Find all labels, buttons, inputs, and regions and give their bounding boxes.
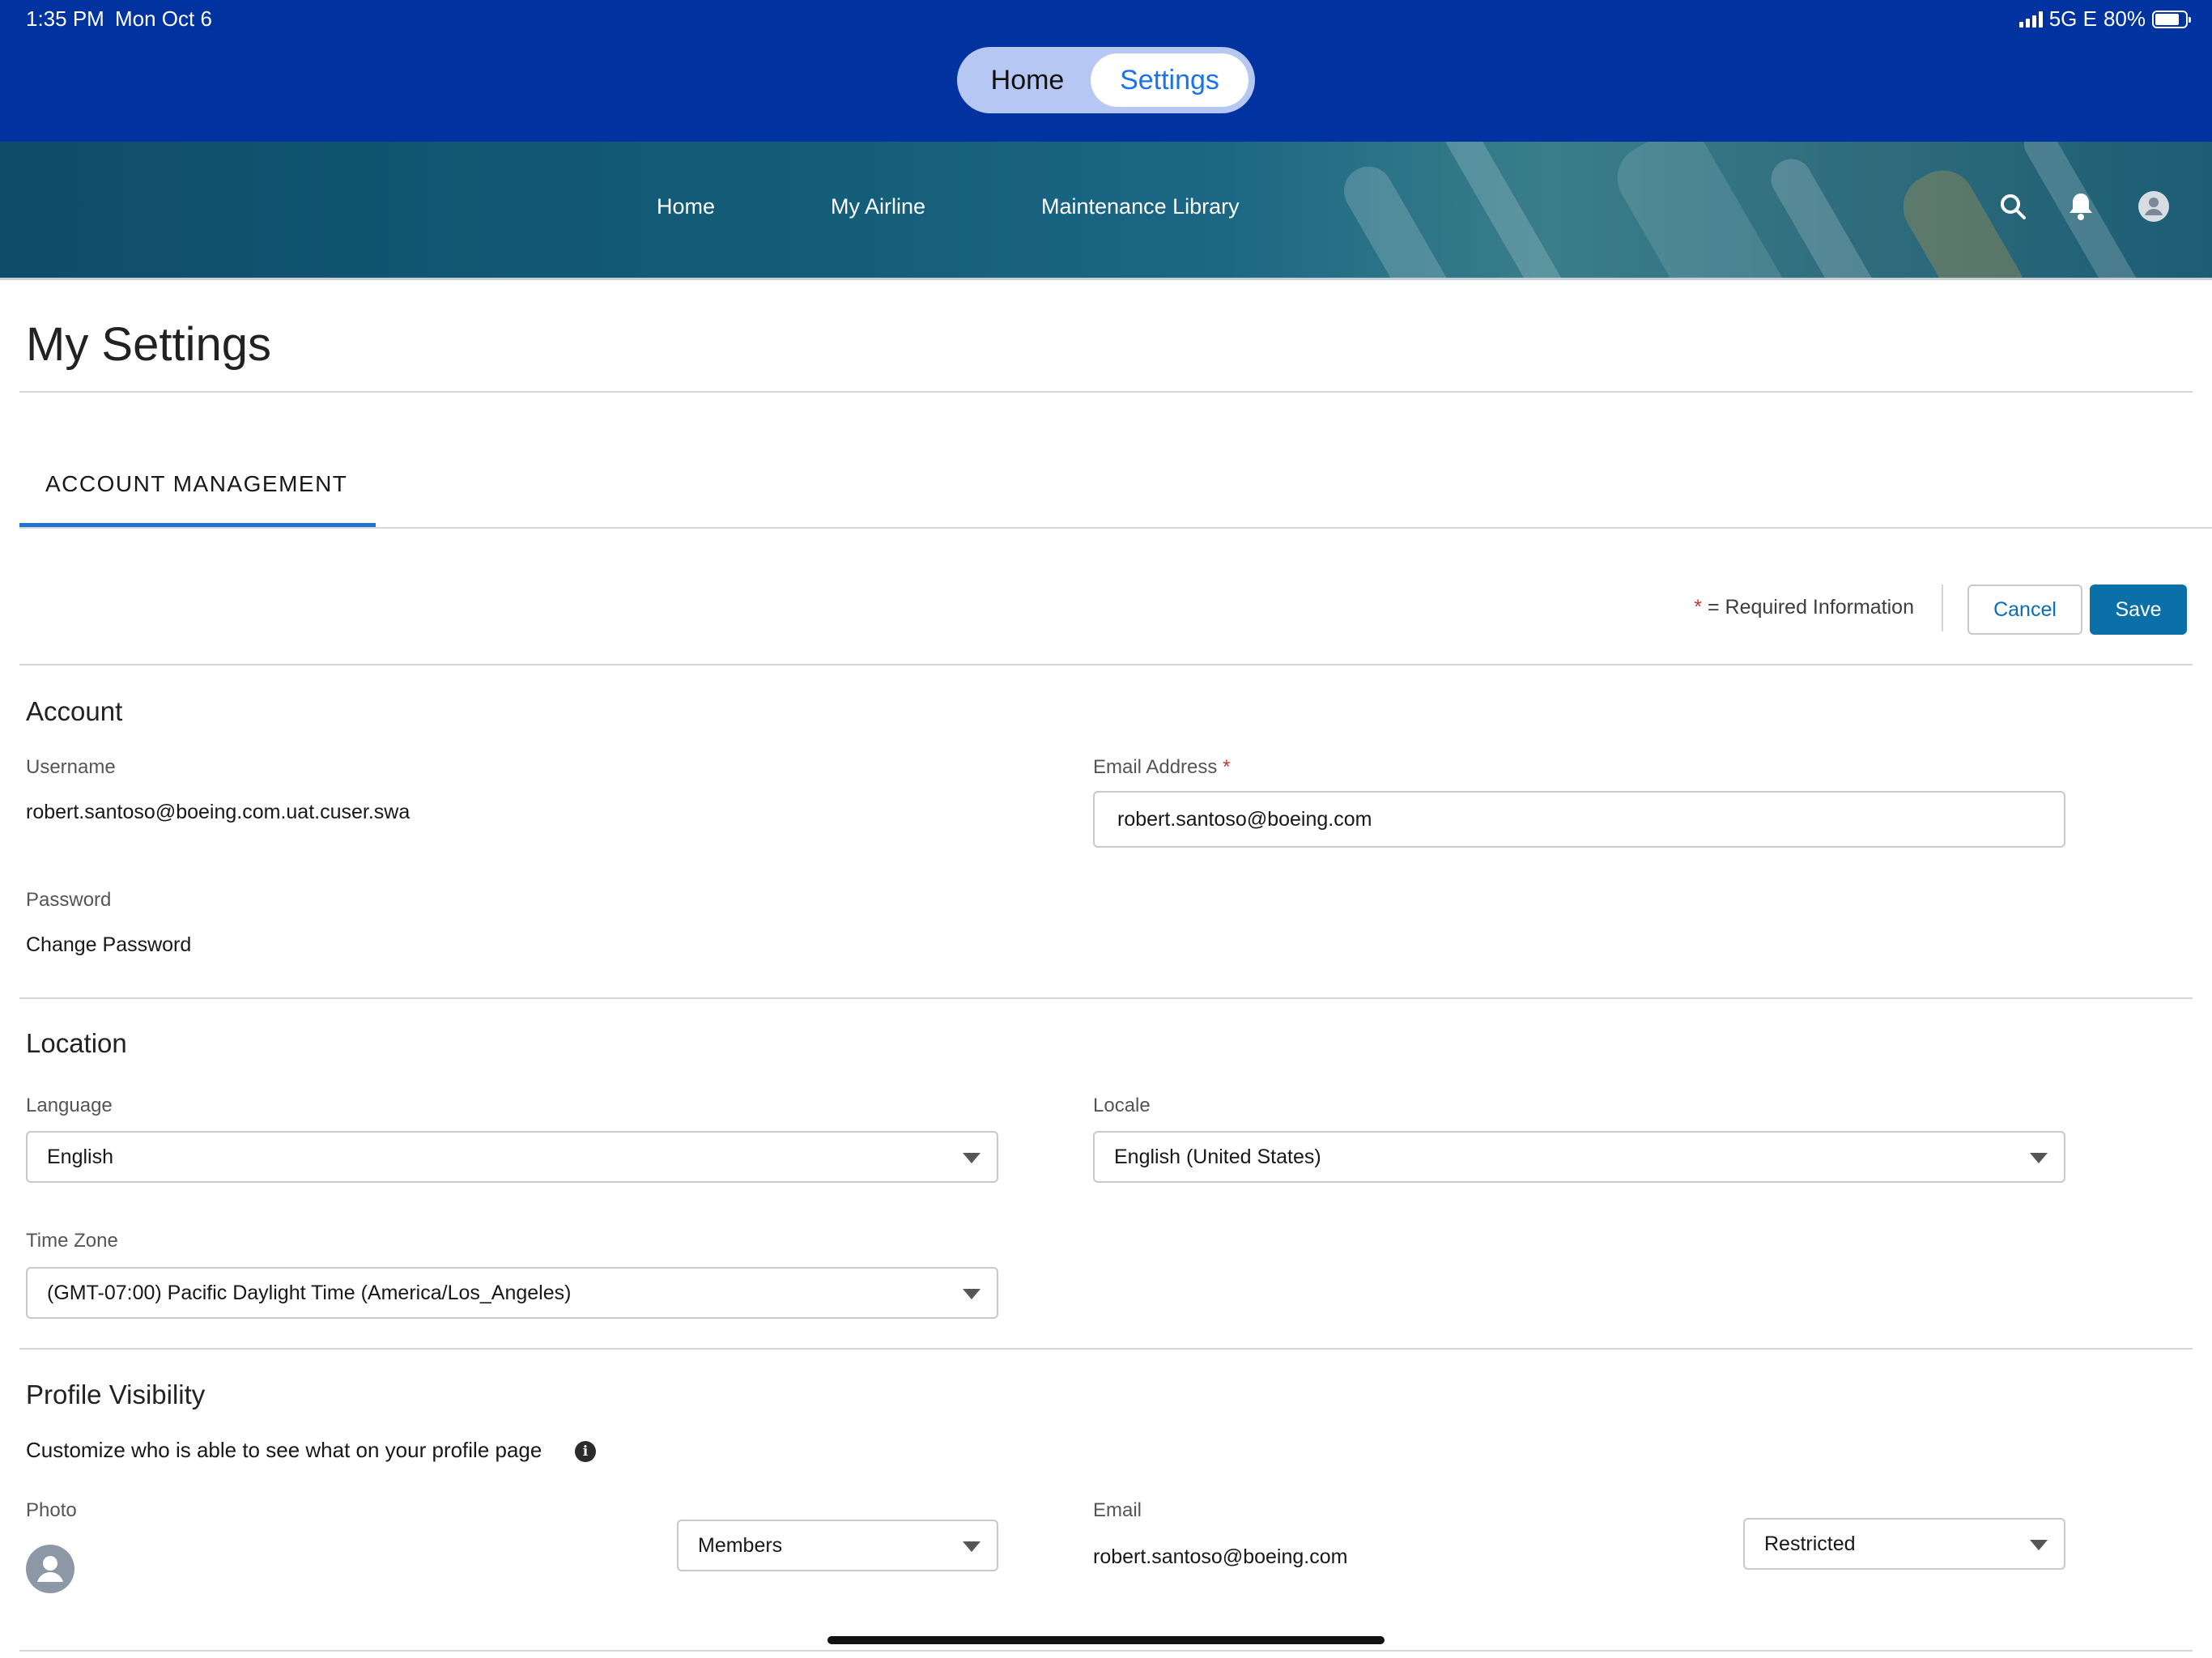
user-avatar-icon[interactable] (2136, 189, 2172, 224)
signal-icon (2018, 11, 2043, 28)
locale-label: Locale (1093, 1095, 1151, 1116)
location-section-title: Location (26, 1028, 127, 1058)
email-visibility-label: Email (1093, 1499, 1142, 1521)
tab-bar-divider (19, 527, 2212, 529)
status-date: Mon Oct 6 (115, 6, 212, 31)
cancel-button[interactable]: Cancel (1967, 585, 2082, 635)
required-star: * (1694, 596, 1703, 619)
battery-icon (2152, 10, 2191, 28)
chevron-down-icon (2030, 1540, 2048, 1550)
profile-section-divider (19, 1650, 2193, 1652)
title-divider (19, 391, 2193, 393)
language-label: Language (26, 1095, 113, 1116)
photo-visibility-value: Members (698, 1533, 783, 1557)
location-section-divider (19, 1348, 2193, 1350)
bell-icon[interactable] (2063, 189, 2099, 224)
toggle-home-button[interactable]: Home (973, 53, 1082, 107)
nav-maintenance-library[interactable]: Maintenance Library (1041, 194, 1240, 219)
profile-visibility-section-title: Profile Visibility (26, 1380, 206, 1409)
status-indicators: 5G E 80% (2018, 6, 2191, 32)
chevron-down-icon (2030, 1153, 2048, 1163)
tab-account-management[interactable]: ACCOUNT MANAGEMENT (45, 471, 347, 497)
email-address-input[interactable]: robert.santoso@boeing.com (1093, 791, 2065, 848)
change-password-link[interactable]: Change Password (26, 933, 191, 957)
photo-label: Photo (26, 1499, 77, 1521)
photo-avatar-icon (26, 1545, 74, 1593)
email-visibility-value: Restricted (1764, 1532, 1856, 1555)
required-info-text: = Required Information (1707, 596, 1914, 619)
account-section-title: Account (26, 696, 123, 726)
info-icon[interactable]: i (575, 1441, 596, 1462)
battery-percent: 80% (2103, 6, 2146, 31)
time-zone-select-value: (GMT-07:00) Pacific Daylight Time (Ameri… (47, 1281, 572, 1304)
username-label: Username (26, 756, 116, 778)
time-zone-select[interactable]: (GMT-07:00) Pacific Daylight Time (Ameri… (26, 1267, 998, 1319)
chevron-down-icon (963, 1289, 981, 1299)
email-address-label: Email Address * (1093, 756, 1230, 779)
status-time: 1:35 PM (26, 6, 104, 31)
nav-home[interactable]: Home (657, 194, 715, 219)
page-title: My Settings (26, 318, 271, 371)
email-address-input-value: robert.santoso@boeing.com (1117, 807, 1372, 831)
email-address-label-text: Email Address (1093, 756, 1218, 778)
email-required-star: * (1223, 756, 1231, 778)
actions-divider-line (19, 664, 2193, 665)
search-icon[interactable] (1995, 189, 2031, 224)
save-button[interactable]: Save (2090, 585, 2187, 635)
home-indicator (827, 1636, 1385, 1644)
language-select-value: English (47, 1145, 113, 1168)
language-select[interactable]: English (26, 1131, 998, 1183)
password-label: Password (26, 889, 112, 911)
locale-select-value: English (United States) (1114, 1145, 1321, 1168)
photo-visibility-select[interactable]: Members (677, 1520, 998, 1571)
network-label: 5G E (2048, 6, 2097, 31)
time-zone-label: Time Zone (26, 1230, 118, 1252)
account-section-divider (19, 997, 2193, 999)
email-visibility-select[interactable]: Restricted (1743, 1518, 2065, 1570)
email-visibility-value-text: robert.santoso@boeing.com (1093, 1545, 1348, 1568)
nav-my-airline[interactable]: My Airline (831, 194, 925, 219)
locale-select[interactable]: English (United States) (1093, 1131, 2065, 1183)
profile-visibility-description: Customize who is able to see what on you… (26, 1438, 542, 1462)
username-value: robert.santoso@boeing.com.uat.cuser.swa (26, 801, 410, 823)
actions-divider (1942, 585, 1943, 631)
hero-divider (0, 278, 2212, 280)
required-info-note: * = Required Information (1694, 596, 1914, 619)
chevron-down-icon (963, 1153, 981, 1163)
toggle-settings-button[interactable]: Settings (1091, 53, 1249, 107)
chevron-down-icon (963, 1541, 981, 1552)
